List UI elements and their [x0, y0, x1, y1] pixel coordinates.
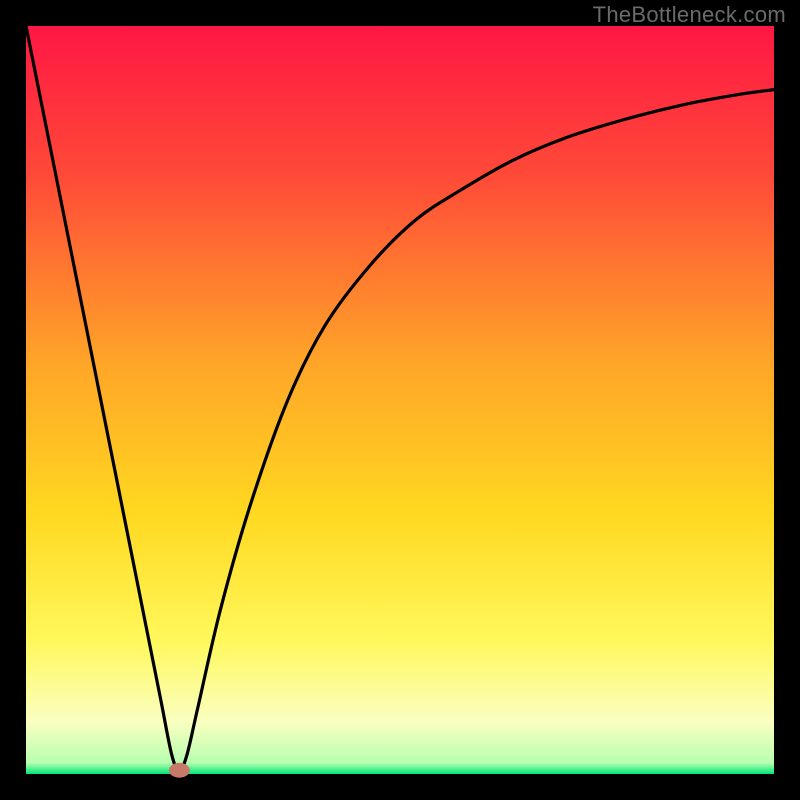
- plot-background: [26, 26, 774, 774]
- watermark-text: TheBottleneck.com: [593, 2, 786, 28]
- chart-container: { "watermark": "TheBottleneck.com", "col…: [0, 0, 800, 800]
- bottleneck-chart: [0, 0, 800, 800]
- minimum-marker: [169, 763, 190, 778]
